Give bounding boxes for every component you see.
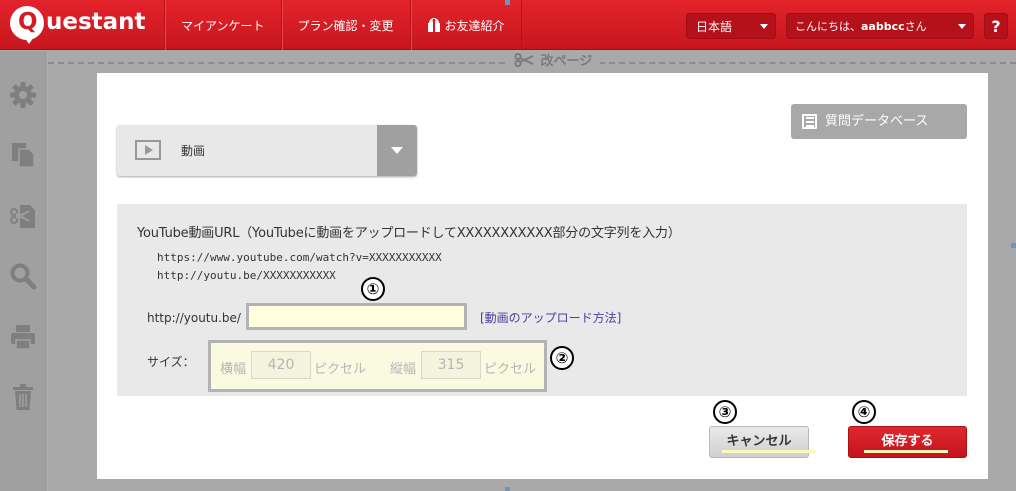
width-input[interactable]: 420 <box>251 351 311 379</box>
scissors-icon <box>514 52 534 68</box>
nav-plan[interactable]: プラン確認・変更 <box>280 0 410 50</box>
cancel-label: キャンセル <box>726 434 792 449</box>
help-label: ? <box>991 17 1001 36</box>
example-url: http://youtu.be/XXXXXXXXXXX <box>157 269 336 282</box>
resize-handle[interactable] <box>505 487 510 491</box>
highlight-underline <box>722 450 816 453</box>
size-label: サイズ： <box>147 355 195 369</box>
logo-tail <box>22 34 36 44</box>
nav-referral[interactable]: お友達紹介 <box>409 0 522 50</box>
callout-2: ② <box>550 346 574 370</box>
greeting-prefix: こんにちは、 <box>795 20 861 33</box>
height-label: 縦幅 <box>390 362 417 377</box>
gift-icon <box>427 18 441 32</box>
resize-handle[interactable] <box>1011 243 1016 248</box>
page-break[interactable]: 改ページ <box>506 52 601 71</box>
height-input[interactable]: 315 <box>421 351 481 379</box>
question-database-label: 質問データベース <box>825 114 929 129</box>
highlight-underline <box>864 450 948 453</box>
cut-icon[interactable] <box>9 202 37 230</box>
list-icon <box>802 114 817 129</box>
save-button[interactable]: 保存する <box>848 426 967 458</box>
callout-3: ③ <box>713 400 737 424</box>
question-type-label: 動画 <box>181 144 206 158</box>
cancel-button[interactable]: キャンセル <box>709 426 809 458</box>
logo-initial: Q <box>18 9 38 35</box>
nav-my-survey-label: マイアンケート <box>181 18 265 33</box>
help-button[interactable]: ? <box>984 13 1008 39</box>
resize-handle[interactable] <box>505 0 510 5</box>
width-unit: ピクセル <box>314 362 367 377</box>
main-nav: マイアンケート プラン確認・変更 お友達紹介 <box>164 0 522 50</box>
logo-text: uestant <box>46 9 146 35</box>
top-header: Q uestant マイアンケート プラン確認・変更 お友達紹介 日本語 こんに… <box>0 0 1016 50</box>
questant-logo[interactable]: Q uestant <box>10 4 160 50</box>
save-label: 保存する <box>881 434 934 449</box>
question-type-select[interactable]: 動画 <box>117 125 417 176</box>
language-select[interactable]: 日本語 <box>686 13 776 39</box>
width-label: 横幅 <box>220 362 247 377</box>
nav-referral-label: お友達紹介 <box>444 18 505 33</box>
question-database-button[interactable]: 質問データベース <box>791 104 967 139</box>
gear-icon[interactable] <box>9 81 37 109</box>
print-icon[interactable] <box>9 323 37 351</box>
video-settings-panel: YouTube動画URL（YouTubeに動画をアップロードしてXXXXXXXX… <box>117 204 967 396</box>
user-menu[interactable]: こんにちは、aabbccさん <box>786 13 974 39</box>
video-icon <box>135 140 161 160</box>
chevron-down-icon <box>958 24 966 29</box>
username: aabbcc <box>861 20 905 33</box>
search-icon[interactable] <box>9 262 37 290</box>
chevron-down-icon <box>760 24 768 29</box>
height-unit: ピクセル <box>484 362 537 377</box>
nav-my-survey[interactable]: マイアンケート <box>164 0 281 50</box>
example-url: https://www.youtube.com/watch?v=XXXXXXXX… <box>157 251 442 264</box>
size-settings: 横幅 420 ピクセル 縦幅 315 ピクセル <box>208 340 547 392</box>
greeting-suffix: さん <box>904 20 927 33</box>
page-break-label: 改ページ <box>540 54 593 69</box>
tool-sidebar <box>0 51 46 491</box>
url-prefix-label: http://youtu.be/ <box>147 311 241 325</box>
trash-icon[interactable] <box>9 383 37 411</box>
chevron-down-icon[interactable] <box>377 125 417 176</box>
instructions-text: YouTube動画URL（YouTubeに動画をアップロードしてXXXXXXXX… <box>137 226 681 241</box>
callout-4: ④ <box>852 400 876 424</box>
callout-1: ① <box>361 277 385 301</box>
youtube-id-input[interactable] <box>246 303 467 330</box>
nav-plan-label: プラン確認・変更 <box>297 18 394 33</box>
copy-icon[interactable] <box>9 141 37 169</box>
upload-help-link[interactable]: [動画のアップロード方法] <box>480 309 621 326</box>
language-value: 日本語 <box>696 20 733 34</box>
